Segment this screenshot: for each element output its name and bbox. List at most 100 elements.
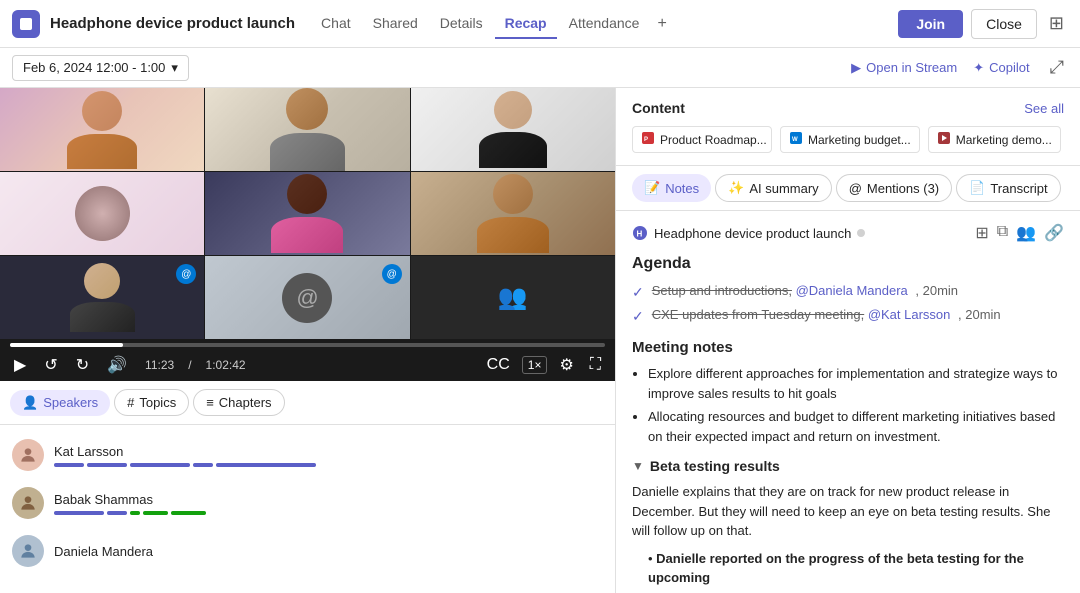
agenda-text-2: CXE updates from Tuesday meeting, [652, 307, 864, 322]
video-cell-7: @ [0, 256, 204, 339]
beta-section: ▼ Beta testing results Danielle explains… [632, 458, 1064, 588]
speaker-info: Babak Shammas [54, 492, 603, 515]
skip-forward-button[interactable]: ↻ [72, 353, 93, 377]
app-icon [12, 10, 40, 38]
subheader-right: ▶ Open in Stream ✦ Copilot ⤢ [851, 53, 1068, 82]
file-item-1[interactable]: P Product Roadmap... [632, 126, 772, 153]
speaker-icon: 👤 [22, 395, 38, 411]
speaker-name: Babak Shammas [54, 492, 603, 507]
time-separator: / [188, 358, 191, 372]
bar [216, 463, 316, 467]
list-item: Kat Larsson [0, 431, 615, 479]
tab-recap[interactable]: Recap [495, 9, 557, 39]
settings-video-button[interactable]: ⚙ [555, 353, 577, 377]
video-cell-5 [205, 172, 409, 255]
current-time: 11:23 [145, 358, 174, 372]
bar [143, 511, 168, 515]
speaker-info: Daniela Mandera [54, 544, 603, 559]
open-in-stream-button[interactable]: ▶ Open in Stream [851, 60, 957, 76]
video-cell-4 [0, 172, 204, 255]
tab-notes[interactable]: 📝 Notes [632, 174, 711, 202]
tab-attendance[interactable]: Attendance [559, 9, 650, 39]
header: Headphone device product launch Chat Sha… [0, 0, 1080, 48]
fullscreen-button[interactable]: ⛶ [586, 354, 605, 376]
bar [193, 463, 213, 467]
speaker-bars [54, 511, 603, 515]
tab-chapters[interactable]: ≡ Chapters [193, 389, 284, 416]
beta-bullet: • Danielle reported on the progress of t… [632, 549, 1064, 588]
agenda-item-2: ✓ CXE updates from Tuesday meeting, @Kat… [632, 307, 1064, 325]
file-item-2[interactable]: W Marketing budget... [780, 126, 920, 153]
volume-button[interactable]: 🔊 [103, 353, 131, 377]
file-label-1: Product Roadmap... [660, 133, 767, 147]
play-button[interactable]: ▶ [10, 353, 30, 377]
tab-transcript[interactable]: 📄 Transcript [956, 174, 1061, 202]
mention-2[interactable]: @Kat Larsson [868, 307, 951, 322]
notes-header-row: H Headphone device product launch ⊞ ⧉ 👥 … [632, 223, 1064, 243]
file-item-3[interactable]: Marketing demo... [928, 126, 1061, 153]
participants-icon: 👥 [411, 256, 615, 339]
speaker-bars [54, 463, 603, 467]
popout-icon[interactable]: ⤢ [1046, 53, 1068, 82]
bar [171, 511, 206, 515]
beta-description: Danielle explains that they are on track… [632, 482, 1064, 541]
file-icon-video [937, 131, 951, 148]
content-title: Content [632, 100, 685, 116]
join-button[interactable]: Join [898, 10, 963, 38]
bullet-item-1: Explore different approaches for impleme… [648, 364, 1064, 403]
see-all-button[interactable]: See all [1024, 101, 1064, 116]
tab-add[interactable]: + [651, 11, 672, 37]
bar [130, 511, 140, 515]
copilot-icon: ✦ [973, 60, 984, 76]
nav-tabs: Chat Shared Details Recap Attendance + [311, 9, 898, 39]
captions-button[interactable]: CC [483, 354, 514, 376]
close-button[interactable]: Close [971, 9, 1037, 39]
share-icon[interactable]: ⊞ [975, 223, 988, 243]
file-label-3: Marketing demo... [956, 133, 1052, 147]
notes-actions: ⊞ ⧉ 👥 🔗 [975, 223, 1064, 243]
video-cell-6 [411, 172, 615, 255]
transcript-icon: 📄 [969, 180, 985, 196]
bar [54, 463, 84, 467]
tab-mentions[interactable]: @ Mentions (3) [836, 174, 952, 202]
list-item: Babak Shammas [0, 479, 615, 527]
tab-ai-summary[interactable]: ✨ AI summary [715, 174, 832, 202]
people-icon[interactable]: 👥 [1016, 223, 1036, 243]
progress-bar-container[interactable] [10, 343, 605, 347]
tab-speakers[interactable]: 👤 Speakers [10, 390, 110, 416]
settings-icon[interactable]: ⊞ [1045, 9, 1068, 38]
progress-bar [10, 343, 123, 347]
video-controls: ▶ ↺ ↻ 🔊 11:23 / 1:02:42 CC 1× ⚙ ⛶ [0, 339, 615, 381]
copilot-button[interactable]: ✦ Copilot [973, 60, 1029, 76]
bullet-list: Explore different approaches for impleme… [632, 364, 1064, 446]
mention-1[interactable]: @Daniela Mandera [796, 283, 908, 298]
total-time: 1:02:42 [206, 358, 246, 372]
notes-meeting-name: H Headphone device product launch [632, 225, 865, 241]
skip-back-button[interactable]: ↺ [40, 353, 61, 377]
status-dot [857, 229, 865, 237]
left-panel: @ @ @ 👥 ▶ ↺ [0, 88, 615, 593]
camera-off-icon: @ [205, 256, 409, 339]
svg-text:W: W [792, 137, 798, 143]
list-item: Daniela Mandera [0, 527, 615, 575]
tab-chat[interactable]: Chat [311, 9, 361, 39]
main-content: @ @ @ 👥 ▶ ↺ [0, 88, 1080, 593]
notes-icon: 📝 [644, 180, 660, 196]
tab-shared[interactable]: Shared [363, 9, 428, 39]
collapse-icon: ▼ [632, 459, 644, 473]
ctrl-right: CC 1× ⚙ ⛶ [483, 353, 605, 377]
chevron-down-icon: ▾ [171, 60, 178, 76]
link-icon[interactable]: 🔗 [1044, 223, 1064, 243]
tab-topics[interactable]: # Topics [114, 389, 189, 416]
speaker-info: Kat Larsson [54, 444, 603, 467]
copy-icon[interactable]: ⧉ [997, 223, 1008, 243]
svg-text:H: H [637, 230, 643, 239]
meeting-notes-title: Meeting notes [632, 339, 1064, 356]
beta-header[interactable]: ▼ Beta testing results [632, 458, 1064, 474]
topics-icon: # [127, 395, 134, 410]
video-cell-9: 👥 [411, 256, 615, 339]
speed-button[interactable]: 1× [522, 356, 548, 374]
avatar [12, 439, 44, 471]
date-selector[interactable]: Feb 6, 2024 12:00 - 1:00 ▾ [12, 55, 189, 81]
tab-details[interactable]: Details [430, 9, 493, 39]
